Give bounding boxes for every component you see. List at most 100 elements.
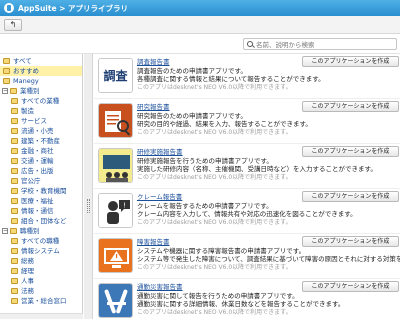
sidebar-item-label: 経理 [21,267,34,275]
sidebar-item-label: 学校・教育機関 [21,187,67,195]
folder-icon [11,108,18,114]
collapse-toggle-icon[interactable]: − [2,88,8,94]
commute-icon [98,283,133,318]
folder-icon [3,58,10,64]
brand-label: AppSuite [18,3,57,13]
create-app-button[interactable]: このアプリケーションを作成 [302,146,399,157]
sidebar-item-label: 情報・通信 [21,207,54,215]
sidebar-item-label: サービス [21,117,47,125]
folder-icon [11,218,18,224]
folder-icon [3,78,10,84]
search-row: 名前、説明から検索 [0,34,400,54]
sidebar-item[interactable]: Manegy [0,76,82,86]
sidebar-item-label: 情報システム [21,247,60,255]
app-card: 調査 調査報告書 調査報告のための申請書アプリです。 各種調査に関する情報と結果につい… [94,54,400,99]
sidebar-item[interactable]: 建築・不動産 [0,136,82,146]
sidebar-item-label: おすすめ [13,67,39,75]
pane-splitter[interactable] [84,54,93,319]
app-card: 研修実施報告書 研修実施報告を行うための申請書アプリです。 実施した研修内容（名称、… [94,144,400,189]
app-list: 調査 調査報告書 調査報告のための申請書アプリです。 各種調査に関する情報と結果につい… [94,54,400,319]
folder-icon [11,128,18,134]
page-title: アプリライブラリ [68,3,129,13]
app-version-note: このアプリはdesknet's NEO V6.0以降で利用できます。 [137,84,292,91]
sidebar-item[interactable]: 医療・福祉 [0,196,82,206]
folder-icon [10,228,17,234]
sidebar-item[interactable]: 情報システム [0,246,82,256]
app-version-note: このアプリはdesknet's NEO V6.0以降で利用できます。 [137,219,292,226]
search-input[interactable]: 名前、説明から検索 [243,38,397,50]
sidebar-item[interactable]: すべて [0,56,82,66]
app-card: 障害報告書 システムや機器に関する障害報告書の申請書アプリです。 システム等で発生し… [94,234,400,279]
chousa-icon: 調査 [98,58,133,93]
sidebar-item-label: 広告・出版 [21,167,54,175]
sidebar-item[interactable]: − 職種別 [0,226,82,236]
sidebar-item-label: 金融・商社 [21,147,54,155]
sidebar-item[interactable]: − 業種別 [0,86,82,96]
sidebar-item[interactable]: 学校・教育機関 [0,186,82,196]
sidebar-horizontal-scrollbar[interactable] [0,313,83,319]
folder-icon [11,278,18,284]
sidebar-item[interactable]: 製造 [0,106,82,116]
create-app-button[interactable]: このアプリケーションを作成 [302,191,399,202]
sidebar-item[interactable]: 流通・小売 [0,126,82,136]
search-placeholder: 名前、説明から検索 [256,41,315,49]
folder-icon [11,148,18,154]
sidebar-item[interactable]: 官公庁 [0,176,82,186]
sidebar-item[interactable]: 人事 [0,276,82,286]
sidebar-item-label: 流通・小売 [21,127,54,135]
sidebar-item-label: 官公庁 [21,177,41,185]
svg-text:!: ! [123,202,126,210]
sidebar-item[interactable]: おすすめ [0,66,82,76]
splitter-grip-icon[interactable] [87,199,90,213]
sidebar-item[interactable]: 営業・総合窓口 [0,296,82,306]
folder-icon [11,118,18,124]
sidebar-item[interactable]: 交通・運輸 [0,156,82,166]
category-tree: すべておすすめ Manegy − 業種別 すべての業種 製造 サービス流通・小売 建築・不動産… [0,54,83,319]
sidebar-item[interactable]: 法務 [0,286,82,296]
folder-icon [11,248,18,254]
sidebar-item[interactable]: 経理 [0,266,82,276]
sidebar-item-label: 法務 [21,287,34,295]
sidebar-item[interactable]: サービス [0,116,82,126]
folder-icon [11,158,18,164]
sidebar-item-label: 組合・団体など [21,217,67,225]
sidebar-item[interactable]: 組合・団体など [0,216,82,226]
app-card: ! クレーム報告書 クレームを報告するための申請書アプリです。 クレーム内容を入力して… [94,189,400,234]
create-app-button[interactable]: このアプリケーションを作成 [302,281,399,292]
folder-icon [11,208,18,214]
app-version-note: このアプリはdesknet's NEO V6.0以降で利用できます。 [137,129,292,136]
folder-icon [3,68,10,74]
folder-icon [11,98,18,104]
sidebar-item[interactable]: すべての業種 [0,96,82,106]
sidebar-item[interactable]: すべての職種 [0,236,82,246]
toolbar: ↰ [0,16,400,34]
sidebar-item[interactable]: 広告・出版 [0,166,82,176]
app-card: 研究報告書 研究報告のための申請書アプリです。 研究の目的や経過、結果を入力、報告す… [94,99,400,144]
create-app-button[interactable]: このアプリケーションを作成 [302,236,399,247]
back-button[interactable]: ↰ [4,19,22,31]
folder-icon [11,198,18,204]
claim-icon: ! [98,193,133,228]
sidebar-item-label: 交通・運輸 [21,157,54,165]
folder-icon [11,298,18,304]
sidebar-item-label: すべての職種 [21,237,60,245]
sidebar-item[interactable]: 総務 [0,256,82,266]
folder-icon [10,88,17,94]
folder-icon [11,138,18,144]
sidebar-item[interactable]: 金融・商社 [0,146,82,156]
folder-icon [11,268,18,274]
app-version-note: このアプリはdesknet's NEO V6.0以降で利用できます。 [137,264,292,271]
sidebar-item[interactable]: 情報・通信 [0,206,82,216]
appsuite-logo-icon [4,3,14,13]
sidebar-item-label: すべての業種 [21,97,60,105]
sidebar-item-label: 医療・福祉 [21,197,54,205]
create-app-button[interactable]: このアプリケーションを作成 [302,101,399,112]
sidebar-item-label: Manegy [13,77,39,85]
folder-icon [11,168,18,174]
sidebar-item-label: すべて [13,57,32,65]
app-version-note: このアプリはdesknet's NEO V6.0以降で利用できます。 [137,174,292,181]
create-app-button[interactable]: このアプリケーションを作成 [302,56,399,67]
sidebar-item-label: 総務 [21,257,34,265]
search-icon [247,41,253,47]
collapse-toggle-icon[interactable]: − [2,228,8,234]
